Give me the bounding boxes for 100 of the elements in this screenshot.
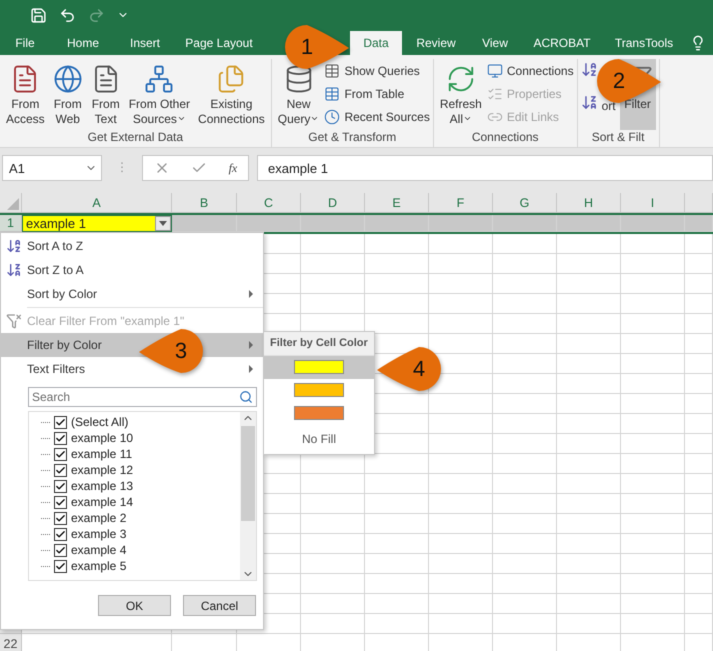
table-cell[interactable]: [557, 614, 621, 634]
list-item-label[interactable]: example 14: [71, 495, 134, 509]
undo-icon[interactable]: [59, 6, 76, 24]
table-cell[interactable]: [365, 254, 429, 274]
checkbox[interactable]: [54, 432, 67, 444]
table-cell[interactable]: [429, 374, 493, 394]
table-cell[interactable]: [237, 215, 301, 232]
checkbox[interactable]: [54, 464, 67, 476]
list-item-label[interactable]: example 13: [71, 479, 134, 493]
table-cell[interactable]: [429, 294, 493, 314]
table-cell[interactable]: [685, 374, 713, 394]
ribbon-button[interactable]: ort: [600, 99, 618, 114]
column-header[interactable]: B: [172, 193, 237, 213]
table-cell[interactable]: [621, 374, 685, 394]
menu-item[interactable]: Sort Z to A: [1, 258, 263, 282]
table-cell[interactable]: [429, 614, 493, 634]
column-header[interactable]: H: [557, 193, 621, 213]
table-cell[interactable]: [621, 294, 685, 314]
ribbon-button[interactable]: Connections: [486, 61, 574, 81]
table-cell[interactable]: [301, 215, 365, 232]
table-cell[interactable]: [365, 594, 429, 614]
filter-dropdown-button[interactable]: [155, 216, 171, 231]
table-cell[interactable]: [685, 534, 713, 554]
table-cell[interactable]: example 1: [22, 215, 172, 232]
table-cell[interactable]: [557, 574, 621, 594]
scrollbar[interactable]: [240, 412, 256, 580]
table-cell[interactable]: [557, 254, 621, 274]
table-cell[interactable]: [429, 314, 493, 334]
search-field[interactable]: Search: [28, 387, 257, 407]
table-cell[interactable]: [429, 514, 493, 534]
table-cell[interactable]: [301, 554, 365, 574]
table-cell[interactable]: [557, 454, 621, 474]
ribbon-tab[interactable]: Page Layout: [174, 31, 264, 55]
table-cell[interactable]: [365, 554, 429, 574]
table-cell[interactable]: [557, 434, 621, 454]
redo-icon[interactable]: [88, 6, 105, 24]
ribbon-tab[interactable]: Home: [50, 31, 116, 55]
ribbon-button[interactable]: Existing Connections: [195, 59, 268, 130]
table-cell[interactable]: [429, 494, 493, 514]
table-cell[interactable]: [557, 534, 621, 554]
table-cell[interactable]: [429, 234, 493, 254]
table-cell[interactable]: [621, 314, 685, 334]
column-header[interactable]: C: [237, 193, 301, 213]
table-cell[interactable]: [621, 554, 685, 574]
dialog-button[interactable]: Cancel: [183, 595, 256, 616]
table-cell[interactable]: [429, 574, 493, 594]
list-item-label[interactable]: example 2: [71, 511, 126, 525]
ribbon-tab[interactable]: File: [0, 31, 50, 55]
table-cell[interactable]: [365, 494, 429, 514]
ribbon-button[interactable]: From Text: [88, 59, 124, 130]
ribbon-tab[interactable]: View: [470, 31, 520, 55]
table-cell[interactable]: [493, 274, 557, 294]
table-cell[interactable]: [685, 514, 713, 534]
column-header[interactable]: I: [621, 193, 685, 213]
table-cell[interactable]: [493, 454, 557, 474]
table-cell[interactable]: [557, 294, 621, 314]
table-cell[interactable]: [429, 454, 493, 474]
table-cell[interactable]: [493, 394, 557, 414]
table-cell[interactable]: [685, 494, 713, 514]
table-cell[interactable]: [301, 594, 365, 614]
table-cell[interactable]: [429, 215, 493, 232]
table-cell[interactable]: [429, 594, 493, 614]
table-cell[interactable]: [493, 215, 557, 232]
table-cell[interactable]: [557, 414, 621, 434]
menu-item[interactable]: No Fill: [264, 424, 374, 454]
table-cell[interactable]: [621, 594, 685, 614]
insert-function-button[interactable]: fx: [228, 160, 238, 176]
table-cell[interactable]: [493, 374, 557, 394]
checkbox[interactable]: [54, 416, 67, 428]
table-cell[interactable]: [621, 474, 685, 494]
table-cell[interactable]: [365, 294, 429, 314]
table-cell[interactable]: [365, 215, 429, 232]
table-cell[interactable]: [301, 294, 365, 314]
table-cell[interactable]: [685, 414, 713, 434]
ribbon-tab[interactable]: TransTools: [604, 31, 684, 55]
table-cell[interactable]: [493, 514, 557, 534]
table-cell[interactable]: [429, 554, 493, 574]
table-cell[interactable]: [621, 514, 685, 534]
ribbon-button[interactable]: From Table: [324, 84, 430, 104]
table-cell[interactable]: [365, 514, 429, 534]
sort-ascending-icon[interactable]: [580, 61, 598, 78]
table-cell[interactable]: [365, 534, 429, 554]
formula-field[interactable]: example 1: [257, 155, 713, 181]
column-header[interactable]: E: [365, 193, 429, 213]
table-cell[interactable]: [685, 254, 713, 274]
table-cell[interactable]: [621, 534, 685, 554]
table-cell[interactable]: [685, 554, 713, 574]
table-cell[interactable]: [557, 494, 621, 514]
table-cell[interactable]: [365, 234, 429, 254]
list-item-label[interactable]: example 4: [71, 543, 126, 557]
table-cell[interactable]: [621, 454, 685, 474]
table-cell[interactable]: [557, 554, 621, 574]
table-cell[interactable]: [557, 474, 621, 494]
table-cell[interactable]: [621, 574, 685, 594]
table-cell[interactable]: [493, 434, 557, 454]
column-header[interactable]: D: [301, 193, 365, 213]
checkbox[interactable]: [54, 528, 67, 540]
table-cell[interactable]: [365, 614, 429, 634]
select-all-icon[interactable]: [7, 198, 19, 210]
column-header[interactable]: F: [429, 193, 493, 213]
